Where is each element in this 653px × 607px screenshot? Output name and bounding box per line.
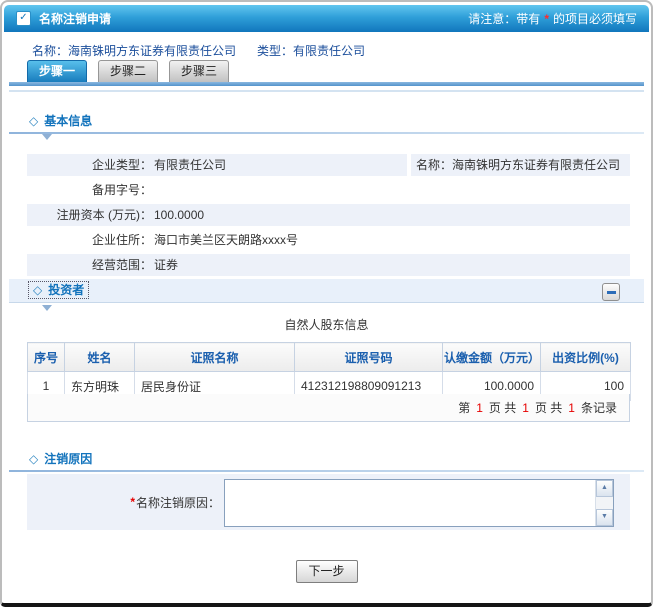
reason-textarea[interactable]: [225, 480, 595, 526]
tabs-divider: [9, 82, 644, 86]
address-label: 企业住所：: [91, 233, 152, 247]
textarea-scrollbar[interactable]: ▲ ▼: [595, 480, 613, 526]
section-basic-info-header: ◇ 基本信息: [9, 110, 644, 132]
info-row-business-scope: 经营范围： 证券: [27, 254, 630, 276]
table-header-row: 序号 姓名 证照名称 证照号码 认缴金额（万元） 出资比例(%): [27, 342, 631, 372]
business-scope-value: 证券: [154, 258, 179, 272]
reason-form-row: * 名称注销原因： ▲ ▼: [27, 474, 630, 530]
title-bar: ✓ 名称注销申请 请注意：带有 * 的项目必须填写: [4, 5, 649, 32]
pagination-total-pages: 1: [522, 401, 529, 415]
minus-icon: [606, 290, 616, 294]
required-notice: 请注意：带有 * 的项目必须填写: [468, 10, 637, 27]
address-value: 海口市美兰区天朗路xxxx号: [154, 233, 299, 247]
required-star-icon: *: [544, 12, 549, 26]
notice-prefix: 请注意：带有: [468, 12, 541, 26]
alt-name-value: [152, 179, 154, 201]
diamond-icon: ◇: [33, 283, 43, 297]
company-type-label: 类型：: [257, 44, 294, 58]
section-reason-title: 注销原因: [44, 452, 93, 466]
shareholder-table-title: 自然人股东信息: [284, 318, 369, 332]
registered-capital-value: 100.0000: [154, 208, 205, 222]
col-header-cert-number: 证照号码: [294, 342, 443, 372]
name-value: 海南铢明方东证券有限责任公司: [452, 158, 621, 172]
tabs-divider-light: [9, 90, 644, 92]
next-step-button[interactable]: 下一步: [295, 560, 358, 583]
business-scope-label: 经营范围：: [91, 258, 152, 272]
alt-name-label: 备用字号：: [91, 183, 152, 197]
reason-textarea-wrapper: ▲ ▼: [224, 479, 614, 527]
scroll-up-icon[interactable]: ▲: [596, 480, 613, 497]
section-reason-header: ◇ 注销原因: [9, 448, 644, 470]
pagination-text: 第: [458, 401, 471, 415]
company-type: 类型：有限责任公司: [257, 42, 365, 59]
section-investors-header: ◇ 投资者: [9, 279, 644, 303]
collapse-button[interactable]: [602, 283, 620, 301]
section-investors-title: 投资者: [48, 283, 85, 297]
enterprise-type-cell: 企业类型： 有限责任公司: [27, 154, 407, 176]
company-name-label: 名称：: [32, 44, 69, 58]
company-type-value: 有限责任公司: [293, 44, 366, 58]
checkbox-icon: ✓: [16, 11, 31, 26]
pagination-total-records: 1: [568, 401, 575, 415]
pagination-text: 条记录: [580, 401, 617, 415]
diamond-icon: ◇: [29, 114, 39, 128]
section-pointer-icon: [42, 305, 52, 311]
col-header-name: 姓名: [64, 342, 135, 372]
reason-field-label: * 名称注销原因：: [27, 474, 220, 530]
info-row-enterprise-type: 企业类型： 有限责任公司 名称：海南铢明方东证券有限责任公司: [27, 154, 630, 176]
enterprise-type-label: 企业类型：: [91, 158, 152, 172]
required-star-icon: *: [130, 495, 135, 509]
notice-suffix: 的项目必须填写: [552, 12, 637, 26]
section-basic-info-rule: [9, 132, 644, 134]
info-row-address: 企业住所： 海口市美兰区天朗路xxxx号: [27, 229, 630, 251]
pagination-text: 页 共: [488, 401, 517, 415]
tab-step-1[interactable]: 步骤一: [27, 60, 87, 83]
registered-capital-label: 注册资本 (万元)：: [56, 208, 152, 222]
reason-label-text: 名称注销原因：: [135, 495, 220, 510]
company-name-cell: 名称：海南铢明方东证券有限责任公司: [411, 154, 630, 176]
col-header-cert-name: 证照名称: [134, 342, 295, 372]
tab-step-3[interactable]: 步骤三: [169, 60, 229, 83]
section-basic-info-title: 基本信息: [44, 114, 93, 128]
enterprise-type-value: 有限责任公司: [154, 158, 227, 172]
tab-step-2[interactable]: 步骤二: [98, 60, 158, 83]
diamond-icon: ◇: [29, 452, 39, 466]
page-frame: ✓ 名称注销申请 请注意：带有 * 的项目必须填写 名称：海南铢明方东证券有限责任公…: [0, 0, 653, 607]
scroll-down-icon[interactable]: ▼: [596, 509, 613, 526]
pagination-text: 页 共: [534, 401, 563, 415]
pagination-current-page: 1: [476, 401, 483, 415]
shareholder-table: 序号 姓名 证照名称 证照号码 认缴金额（万元） 出资比例(%) 1 东方明珠 …: [27, 342, 631, 401]
company-summary: 名称：海南铢明方东证券有限责任公司 类型：有限责任公司: [2, 42, 651, 58]
col-header-amount: 认缴金额（万元）: [442, 342, 541, 372]
section-reason-rule: [9, 470, 644, 472]
investors-title-toggle[interactable]: ◇ 投资者: [27, 281, 90, 299]
pagination-bar: 第1页 共1页 共 1 条记录: [27, 394, 630, 422]
name-label: 名称：: [416, 158, 453, 172]
info-row-alt-name: 备用字号：: [27, 179, 630, 201]
info-row-registered-capital: 注册资本 (万元)： 100.0000: [27, 204, 630, 226]
col-header-ratio: 出资比例(%): [540, 342, 631, 372]
col-header-index: 序号: [27, 342, 65, 372]
page-title: 名称注销申请: [39, 12, 112, 26]
company-name-value: 海南铢明方东证券有限责任公司: [68, 44, 237, 58]
section-pointer-icon: [42, 134, 52, 140]
company-name: 名称：海南铢明方东证券有限责任公司: [32, 42, 236, 59]
step-tabs: 步骤一 步骤二 步骤三: [27, 60, 229, 83]
